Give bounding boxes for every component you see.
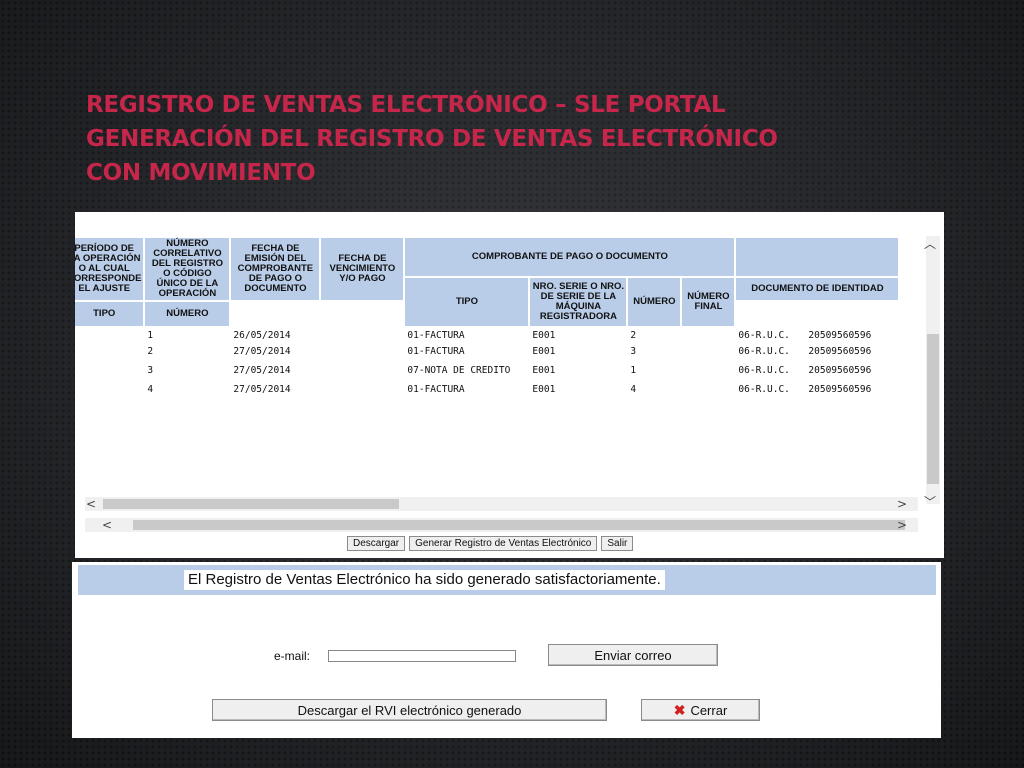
table-row[interactable]: 1 26/05/2014 01-FACTURA E001 2 06-R.U.C.… [75, 328, 898, 342]
header-doc-identidad: DOCUMENTO DE IDENTIDAD [736, 278, 899, 300]
slide-title: REGISTRO DE VENTAS ELECTRÓNICO – SLE POR… [86, 88, 906, 190]
cell-doc-tipo: 06-R.U.C. [738, 383, 790, 395]
cell-numero: 3 [147, 364, 154, 376]
descargar-button[interactable]: Descargar [347, 536, 406, 551]
cell-periodo [75, 360, 143, 380]
header-serie: NRO. SERIE O NRO. DE SERIE DE LA MÁQUINA… [530, 278, 627, 326]
generar-registro-button[interactable]: Generar Registro de Ventas Electrónico [409, 536, 598, 551]
cell-tipo: 01-FACTURA [407, 345, 465, 357]
register-table-screenshot: PERÍODO DE LA OPERACIÓN O AL CUAL CORRES… [75, 212, 944, 558]
cell-doc-numero: 20509560596 [808, 345, 872, 357]
cell-doc-tipo: 06-R.U.C. [738, 364, 790, 376]
header-numero: NÚMERO [628, 278, 681, 326]
header-numero-final: NÚMERO FINAL [682, 278, 735, 326]
cell-doc-tipo: 06-R.U.C. [738, 345, 790, 357]
cell-numero-final [682, 328, 734, 342]
cell-numero-doc: 4 [630, 383, 637, 395]
cell-numero-doc: 3 [630, 345, 637, 357]
header-numero-correlativo: NÚMERO CORRELATIVO DEL REGISTRO O CÓDIGO… [145, 238, 230, 300]
header-tipo: TIPO [405, 278, 529, 326]
cell-fecha: 27/05/2014 [233, 345, 291, 357]
slide-title-line-3: CON MOVIMIENTO [86, 160, 316, 186]
table-row[interactable]: 3 27/05/2014 07-NOTA DE CREDITO E001 1 0… [75, 360, 898, 380]
cell-vencimiento [321, 344, 403, 358]
header-doc-tipo: TIPO [75, 302, 144, 326]
cell-doc-numero: 20509560596 [808, 329, 872, 341]
slide-title-line-1: REGISTRO DE VENTAS ELECTRÓNICO – SLE POR… [86, 92, 726, 118]
chevron-left-icon[interactable]: < [102, 519, 112, 531]
header-fecha-emision: FECHA DE EMISIÓN DEL COMPROBANTE DE PAGO… [231, 238, 320, 300]
header-fecha-vencimiento: FECHA DE VENCIMIENTO Y/O PAGO [321, 238, 404, 300]
cell-numero-doc: 1 [630, 364, 637, 376]
cell-tipo: 07-NOTA DE CREDITO [407, 364, 511, 376]
cell-vencimiento [321, 360, 403, 380]
cell-serie: E001 [532, 383, 556, 395]
success-message: El Registro de Ventas Electrónico ha sid… [184, 570, 665, 590]
cell-doc-tipo: 06-R.U.C. [738, 329, 790, 341]
cell-fecha: 27/05/2014 [233, 364, 291, 376]
cerrar-button[interactable]: ✖ Cerrar [641, 699, 760, 721]
horizontal-scrollbar-outer-thumb[interactable] [133, 520, 905, 530]
cell-serie: E001 [532, 345, 556, 357]
cell-numero: 2 [147, 345, 154, 357]
vertical-scrollbar-thumb[interactable] [927, 334, 939, 484]
chevron-left-icon[interactable]: < [86, 498, 96, 510]
success-message-bar: El Registro de Ventas Electrónico ha sid… [78, 565, 936, 595]
cell-numero: 4 [147, 383, 154, 395]
close-icon: ✖ [673, 701, 686, 718]
slide-title-line-2: GENERACIÓN DEL REGISTRO DE VENTAS ELECTR… [86, 126, 778, 152]
cell-numero-doc: 2 [630, 329, 637, 341]
cell-numero-final [682, 344, 734, 358]
cell-tipo: 01-FACTURA [407, 329, 465, 341]
cell-tipo: 01-FACTURA [407, 383, 465, 395]
email-input[interactable] [328, 650, 516, 662]
chevron-right-icon[interactable]: > [897, 498, 907, 510]
cell-periodo [75, 328, 143, 342]
cerrar-label: Cerrar [690, 702, 728, 718]
cell-numero-final [682, 382, 734, 396]
table-toolbar: Descargar Generar Registro de Ventas Ele… [347, 536, 634, 551]
cell-numero-final [682, 360, 734, 380]
descargar-rvi-button[interactable]: Descargar el RVI electrónico generado [212, 699, 607, 721]
header-comprobante: COMPROBANTE DE PAGO O DOCUMENTO [405, 238, 735, 276]
table-row[interactable]: 4 27/05/2014 01-FACTURA E001 4 06-R.U.C.… [75, 382, 898, 396]
cell-numero: 1 [147, 329, 154, 341]
sales-register-table: PERÍODO DE LA OPERACIÓN O AL CUAL CORRES… [75, 236, 900, 398]
cell-periodo [75, 382, 143, 396]
email-label: e-mail: [274, 649, 311, 663]
horizontal-scrollbar[interactable] [85, 497, 918, 511]
cell-serie: E001 [532, 364, 556, 376]
header-periodo: PERÍODO DE LA OPERACIÓN O AL CUAL CORRES… [75, 238, 144, 300]
vertical-scrollbar[interactable] [926, 236, 940, 504]
horizontal-scrollbar-thumb[interactable] [103, 499, 399, 509]
salir-button[interactable]: Salir [601, 536, 634, 551]
cell-doc-numero: 20509560596 [808, 364, 872, 376]
horizontal-scrollbar-outer[interactable] [85, 518, 918, 532]
cell-vencimiento [321, 382, 403, 396]
table-viewport: PERÍODO DE LA OPERACIÓN O AL CUAL CORRES… [75, 236, 924, 498]
chevron-right-icon[interactable]: > [897, 519, 907, 531]
table-row[interactable]: 2 27/05/2014 01-FACTURA E001 3 06-R.U.C.… [75, 344, 898, 358]
header-doc-identidad-group [736, 238, 899, 276]
enviar-correo-button[interactable]: Enviar correo [548, 644, 718, 666]
cell-periodo [75, 344, 143, 358]
chevron-up-icon[interactable]: ︿ [924, 238, 936, 250]
generation-result-screenshot: El Registro de Ventas Electrónico ha sid… [72, 562, 941, 738]
cell-doc-numero: 20509560596 [808, 383, 872, 395]
cell-serie: E001 [532, 329, 556, 341]
cell-vencimiento [321, 328, 403, 342]
header-doc-numero: NÚMERO [145, 302, 230, 326]
cell-fecha: 27/05/2014 [233, 383, 291, 395]
cell-fecha: 26/05/2014 [233, 329, 291, 341]
chevron-down-icon[interactable]: ﹀ [924, 496, 936, 508]
